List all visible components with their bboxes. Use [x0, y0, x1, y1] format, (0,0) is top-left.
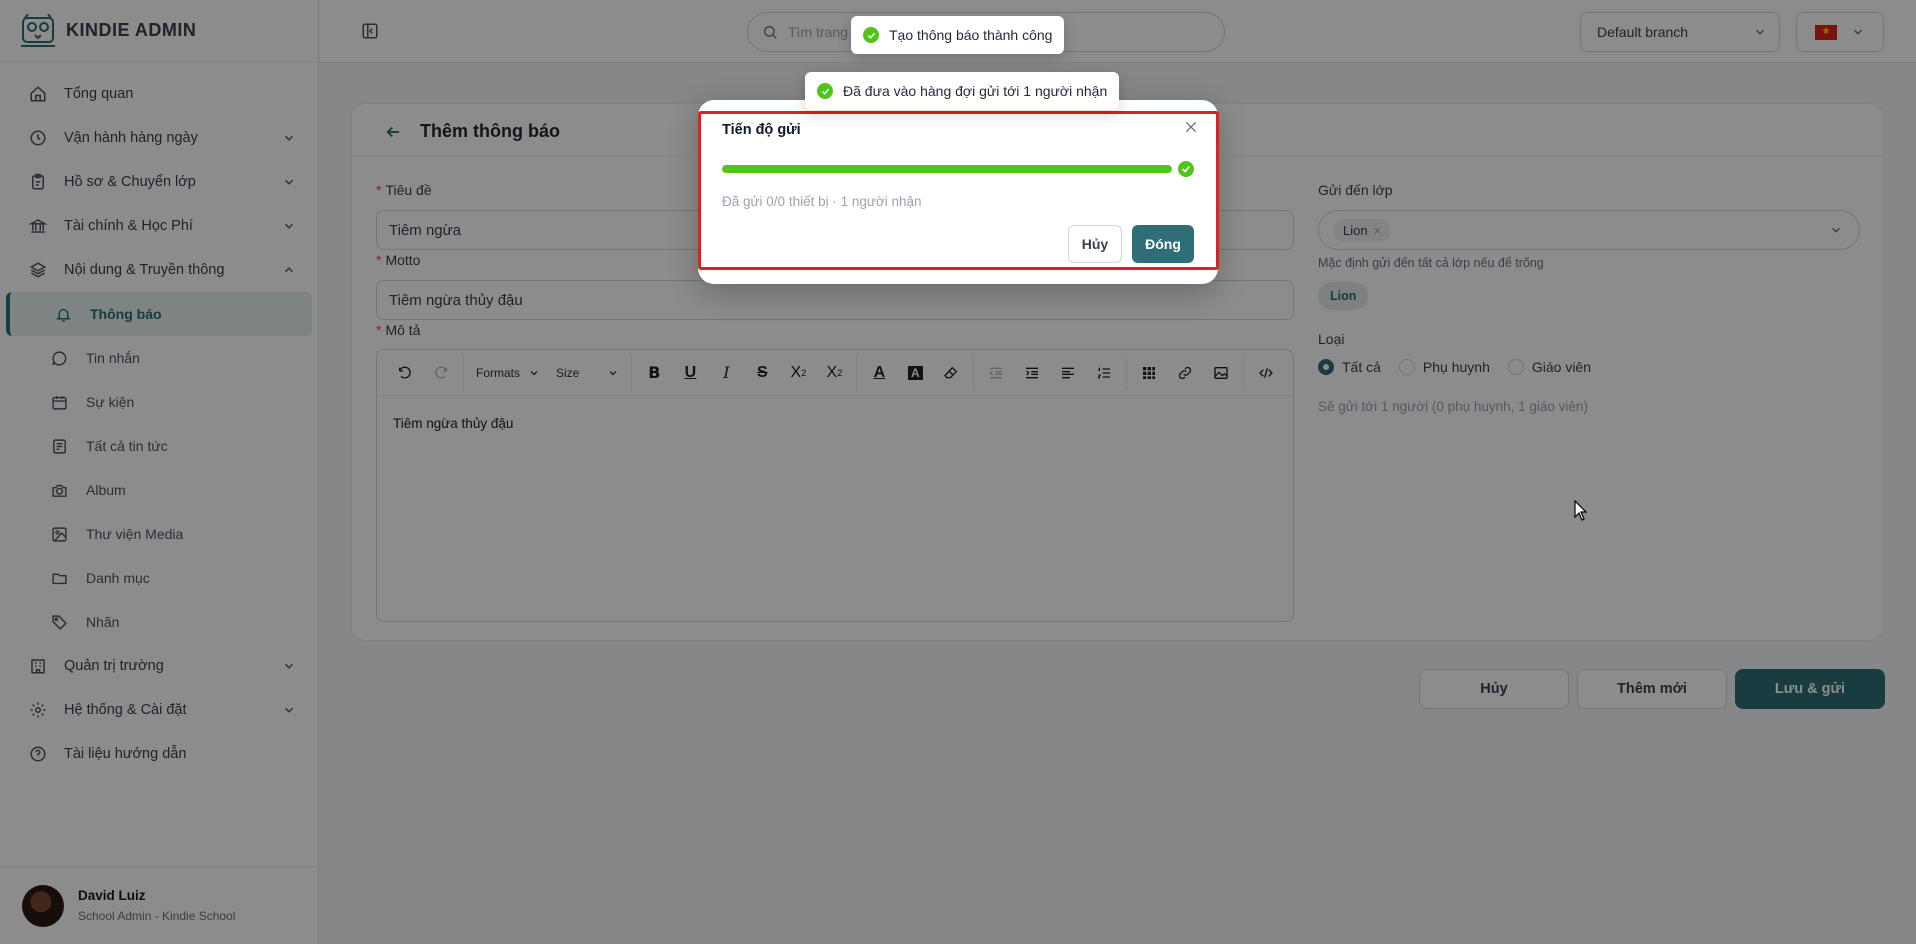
- toast-queued: Đã đưa vào hàng đợi gửi tới 1 người nhận: [805, 72, 1120, 110]
- toast-success: Tạo thông báo thành công: [851, 16, 1065, 54]
- check-circle-icon: [863, 27, 879, 43]
- highlight-box: [698, 111, 1219, 270]
- toast-message: Đã đưa vào hàng đợi gửi tới 1 người nhận: [843, 83, 1108, 99]
- check-circle-icon: [817, 83, 833, 99]
- toast-message: Tạo thông báo thành công: [889, 27, 1053, 43]
- mouse-cursor-icon: [1574, 500, 1588, 521]
